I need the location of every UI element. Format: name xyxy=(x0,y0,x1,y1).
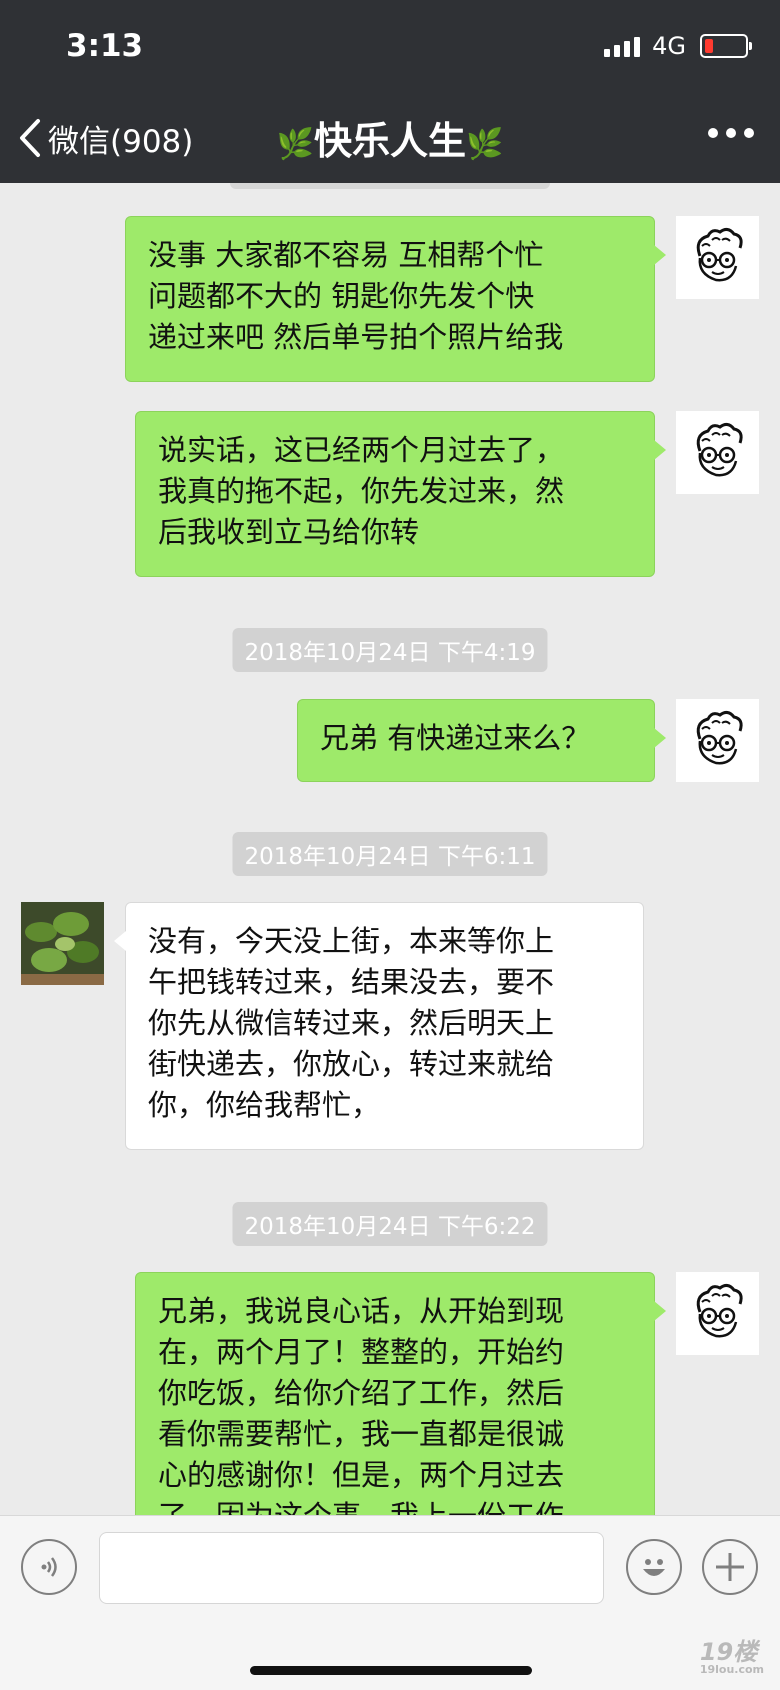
chat-area[interactable]: 没事 大家都不容易 互相帮个忙 问题都不大的 钥匙你先发个快 递过来吧 然后单号… xyxy=(0,183,780,1515)
contact-avatar[interactable] xyxy=(21,902,104,985)
more-dot-icon xyxy=(726,128,736,138)
plus-icon xyxy=(716,1553,744,1581)
voice-icon xyxy=(41,1557,57,1577)
leaf-icon: 🌿 xyxy=(276,127,314,162)
status-time: 3:13 xyxy=(66,28,144,64)
leaf-icon: 🌿 xyxy=(466,127,504,162)
my-avatar[interactable] xyxy=(676,1272,759,1355)
contact-message-bubble[interactable]: 没有，今天没上街，本来等你上 午把钱转过来，结果没去，要不 你先从微信转过来，然… xyxy=(114,902,644,1150)
my-avatar[interactable] xyxy=(676,699,759,782)
emoji-button[interactable] xyxy=(626,1539,682,1595)
my-message-bubble[interactable]: 兄弟 有快递过来么？ xyxy=(297,699,666,782)
message-input[interactable] xyxy=(99,1532,604,1604)
my-message-bubble[interactable]: 没事 大家都不容易 互相帮个忙 问题都不大的 钥匙你先发个快 递过来吧 然后单号… xyxy=(125,216,666,382)
home-indicator[interactable] xyxy=(250,1666,532,1675)
chat-title: 🌿快乐人生🌿 xyxy=(0,110,780,165)
my-message-bubble[interactable]: 说实话，这已经两个月过去了， 我真的拖不起，你先发过来，然 后我收到立马给你转 xyxy=(135,411,666,577)
signal-icon xyxy=(604,35,641,57)
my-message-bubble[interactable]: 兄弟，我说良心话，从开始到现 在，两个月了！整整的，开始约 你吃饭，给你介绍了工… xyxy=(135,1272,666,1515)
my-avatar[interactable] xyxy=(676,411,759,494)
watermark-sub: 19lou.com xyxy=(699,1663,764,1676)
more-dot-icon xyxy=(744,128,754,138)
my-avatar[interactable] xyxy=(676,216,759,299)
plus-button[interactable] xyxy=(702,1539,758,1595)
more-button[interactable] xyxy=(708,128,754,138)
timestamp: 2018年10月24日 下午4:19 xyxy=(232,628,548,672)
watermark-main: 19楼 xyxy=(699,1638,758,1666)
timestamp: 2018年10月24日 下午6:22 xyxy=(232,1202,548,1246)
battery-icon xyxy=(700,34,752,58)
network-type: 4G xyxy=(652,32,686,60)
input-bar xyxy=(0,1515,780,1690)
timestamp: 2018年10月24日 下午6:11 xyxy=(232,832,548,876)
chat-title-text: 快乐人生 xyxy=(313,119,466,163)
more-dot-icon xyxy=(708,128,718,138)
voice-button[interactable] xyxy=(21,1539,77,1595)
watermark-logo: 19楼 19lou.com xyxy=(700,1632,764,1676)
status-icons: 4G xyxy=(604,32,752,60)
emoji-icon xyxy=(643,1559,665,1576)
previous-timestamp-stub xyxy=(230,183,550,189)
top-bar: 3:13 4G 微信(908) 🌿快乐人生🌿 xyxy=(0,0,780,183)
